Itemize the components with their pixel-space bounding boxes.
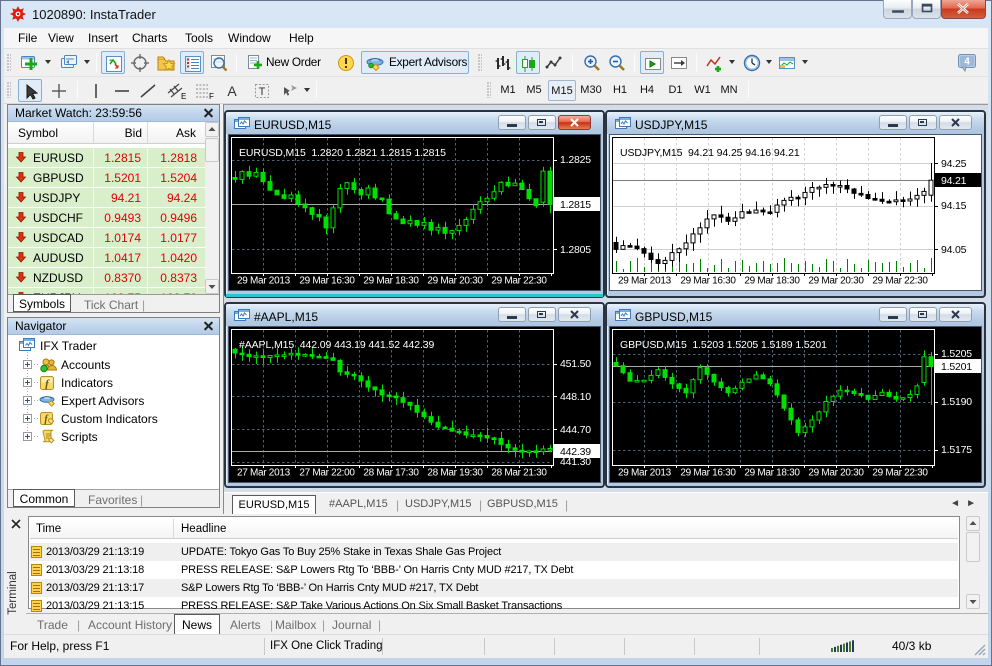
svg-text:29 Mar 16:30: 29 Mar 16:30 bbox=[680, 468, 736, 479]
svg-text:T: T bbox=[259, 86, 266, 98]
svg-text:444.70: 444.70 bbox=[560, 424, 591, 436]
svg-text:28 Mar 21:30: 28 Mar 21:30 bbox=[491, 468, 547, 479]
svg-text:1.2815: 1.2815 bbox=[560, 199, 591, 211]
svg-text:1.2825: 1.2825 bbox=[560, 154, 591, 166]
svg-text:1.2805: 1.2805 bbox=[560, 244, 591, 256]
svg-text:EURUSD,M15 1.2820 1.2821 1.28: EURUSD,M15 1.2820 1.2821 1.2815 1.2815 bbox=[239, 147, 446, 159]
svg-text:28 Mar 17:30: 28 Mar 17:30 bbox=[363, 468, 419, 479]
svg-text:1.5190: 1.5190 bbox=[941, 396, 972, 408]
svg-text:94.21: 94.21 bbox=[941, 175, 967, 187]
svg-text:Terminal: Terminal bbox=[7, 571, 19, 614]
svg-text:29 Mar 2013: 29 Mar 2013 bbox=[618, 276, 672, 287]
svg-text:A: A bbox=[227, 83, 237, 99]
svg-text:29 Mar 2013: 29 Mar 2013 bbox=[618, 468, 672, 479]
svg-text:94.05: 94.05 bbox=[941, 244, 967, 256]
svg-text:1.5205: 1.5205 bbox=[941, 348, 972, 360]
svg-text:94.25: 94.25 bbox=[941, 158, 967, 170]
svg-text:29 Mar 16:30: 29 Mar 16:30 bbox=[680, 276, 736, 287]
svg-text:E: E bbox=[181, 92, 186, 101]
svg-text:448.10: 448.10 bbox=[560, 391, 591, 403]
svg-text:29 Mar 18:30: 29 Mar 18:30 bbox=[744, 468, 800, 479]
svg-text:29 Mar 20:30: 29 Mar 20:30 bbox=[808, 468, 864, 479]
svg-text:29 Mar 20:30: 29 Mar 20:30 bbox=[808, 276, 864, 287]
svg-text:29 Mar 18:30: 29 Mar 18:30 bbox=[363, 276, 419, 287]
svg-text:1.5175: 1.5175 bbox=[941, 444, 972, 456]
svg-text:27 Mar 22:00: 27 Mar 22:00 bbox=[299, 468, 355, 479]
svg-text:441.30: 441.30 bbox=[560, 456, 591, 468]
svg-text:29 Mar 22:30: 29 Mar 22:30 bbox=[872, 276, 928, 287]
svg-text:451.50: 451.50 bbox=[560, 358, 591, 370]
svg-text:28 Mar 19:30: 28 Mar 19:30 bbox=[427, 468, 483, 479]
svg-text:29 Mar 16:30: 29 Mar 16:30 bbox=[299, 276, 355, 287]
svg-text:94.15: 94.15 bbox=[941, 200, 967, 212]
svg-text:F: F bbox=[209, 92, 214, 101]
svg-text:29 Mar 20:30: 29 Mar 20:30 bbox=[427, 276, 483, 287]
svg-text:#AAPL,M15 442.09 443.19 441.5: #AAPL,M15 442.09 443.19 441.52 442.39 bbox=[239, 339, 435, 351]
svg-text:29 Mar 22:30: 29 Mar 22:30 bbox=[872, 468, 928, 479]
svg-text:4: 4 bbox=[964, 57, 970, 68]
svg-text:1.5201: 1.5201 bbox=[941, 361, 972, 373]
svg-text:GBPUSD,M15 1.5203 1.5205 1.51: GBPUSD,M15 1.5203 1.5205 1.5189 1.5201 bbox=[620, 339, 827, 351]
svg-text:29 Mar 18:30: 29 Mar 18:30 bbox=[744, 276, 800, 287]
svg-text:29 Mar 2013: 29 Mar 2013 bbox=[237, 276, 291, 287]
svg-text:27 Mar 2013: 27 Mar 2013 bbox=[237, 468, 291, 479]
svg-text:29 Mar 22:30: 29 Mar 22:30 bbox=[491, 276, 547, 287]
svg-text:USDJPY,M15 94.21 94.25 94.16: USDJPY,M15 94.21 94.25 94.16 94.21 bbox=[620, 147, 800, 159]
